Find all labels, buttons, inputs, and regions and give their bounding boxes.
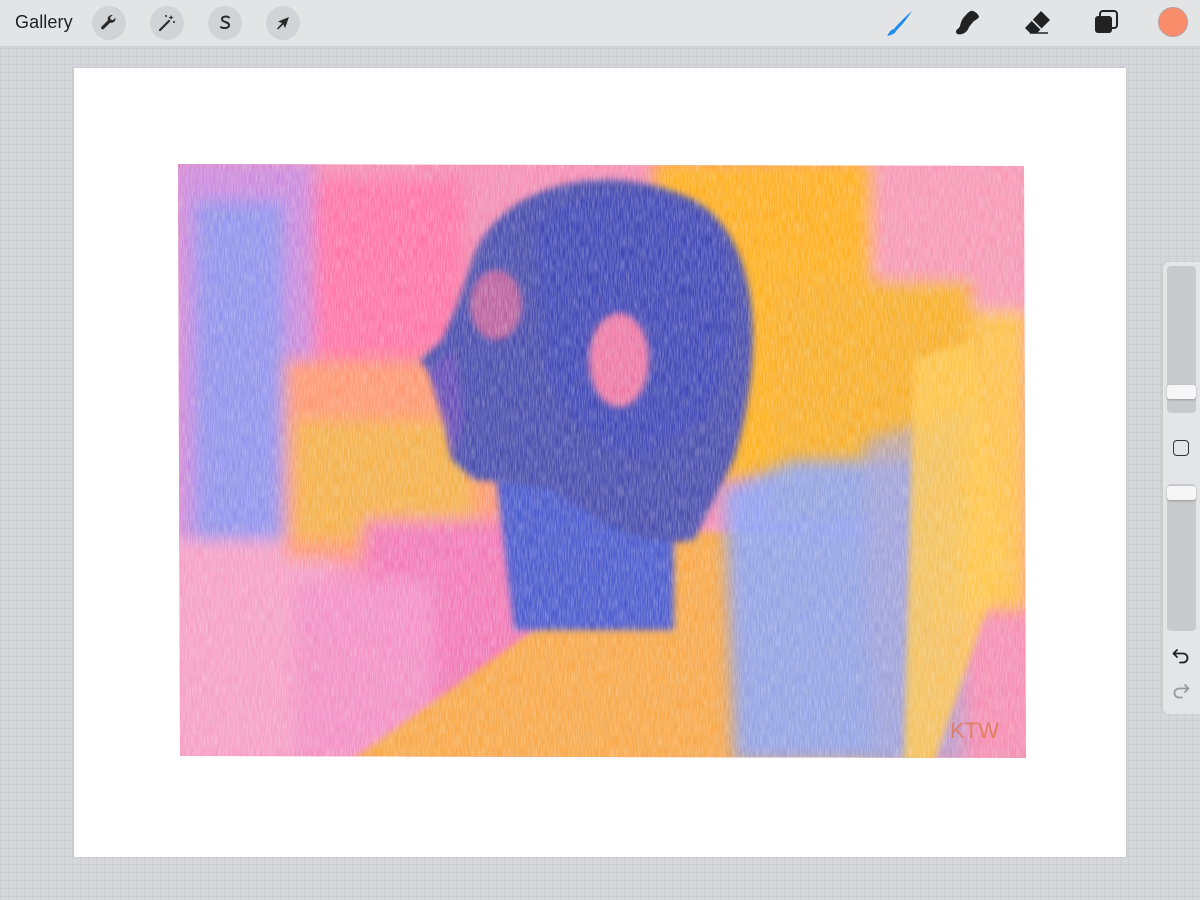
redo-icon[interactable]	[1171, 680, 1191, 700]
color-swatch[interactable]	[1158, 7, 1188, 37]
brush-size-slider[interactable]	[1167, 266, 1196, 413]
opacity-thumb[interactable]	[1167, 486, 1196, 500]
artist-signature: KTW	[950, 718, 999, 743]
brush-icon[interactable]	[884, 7, 916, 39]
arrow-cursor-icon[interactable]	[266, 6, 300, 40]
selection-s-icon[interactable]	[208, 6, 242, 40]
smudge-icon[interactable]	[952, 7, 984, 39]
eraser-icon[interactable]	[1021, 7, 1053, 39]
magic-wand-icon[interactable]	[150, 6, 184, 40]
drawing-canvas[interactable]: KTW	[74, 68, 1126, 857]
undo-icon[interactable]	[1171, 645, 1191, 665]
layers-icon[interactable]	[1090, 7, 1122, 39]
brush-size-thumb[interactable]	[1167, 385, 1196, 399]
gallery-button[interactable]: Gallery	[15, 12, 73, 33]
wrench-icon[interactable]	[92, 6, 126, 40]
painting-artwork: KTW	[178, 164, 1026, 758]
top-toolbar: Gallery	[0, 0, 1200, 47]
brush-sidebar	[1163, 262, 1200, 714]
modify-button[interactable]	[1173, 440, 1189, 456]
opacity-slider[interactable]	[1167, 484, 1196, 631]
